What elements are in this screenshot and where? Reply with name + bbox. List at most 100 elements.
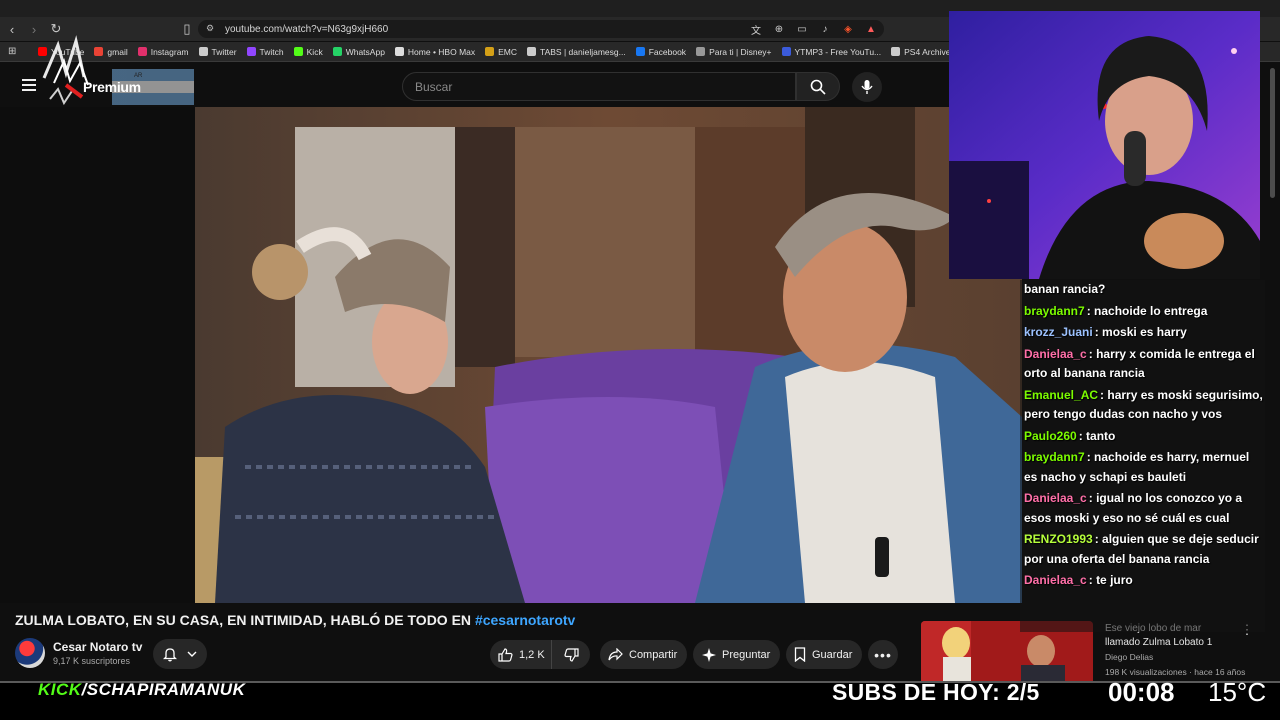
chat-username[interactable]: braydann7 (1024, 450, 1085, 464)
bookmark-label: YTMP3 - Free YouTu... (794, 46, 882, 57)
like-dislike-group: 1,2 K (490, 640, 590, 669)
bookmark-favicon-icon (198, 47, 208, 56)
chat-message: braydann7: nachoide lo entrega (1024, 302, 1265, 322)
omnibox-icons: 文 ⊕ ▭ ♪ ◈ ▲ (749, 22, 878, 37)
recommended-channel[interactable]: Diego Delias (1105, 652, 1153, 662)
bookmark-item[interactable]: Para ti | Disney+ (696, 47, 772, 57)
brave-rewards-icon[interactable]: ▲ (864, 22, 878, 36)
chat-username[interactable]: Emanuel_AC (1024, 388, 1098, 402)
search-button[interactable] (796, 72, 840, 101)
bookmark-label: EMC (498, 46, 518, 57)
bookmark-icon (794, 647, 806, 662)
recommended-stats: 198 K visualizaciones · hace 16 años (1105, 667, 1246, 677)
chat-separator: : (1088, 573, 1097, 587)
apps-grid-icon[interactable]: ⊞ (8, 46, 16, 57)
back-icon[interactable]: ‹ (2, 19, 22, 39)
chat-username[interactable]: braydann7 (1024, 304, 1085, 318)
bookmark-item[interactable]: TABS | danieljamesg... (527, 47, 626, 57)
chat-separator: : (1094, 325, 1103, 339)
more-actions-button[interactable]: ••• (868, 640, 898, 669)
like-button[interactable]: 1,2 K (490, 640, 552, 669)
site-info-icon[interactable]: ⚙ (206, 23, 214, 34)
chat-username[interactable]: Danielaa_c (1024, 347, 1087, 361)
bookmark-item[interactable]: Kick (293, 46, 323, 57)
video-frame-image (195, 107, 1022, 603)
microphone-icon (861, 80, 873, 94)
zoom-icon[interactable]: ⊕ (772, 22, 786, 36)
channel-avatar[interactable] (15, 638, 45, 668)
voice-search-button[interactable] (852, 72, 882, 102)
bookmark-favicon-icon (293, 47, 303, 56)
chat-separator: : (1086, 303, 1095, 318)
chat-message: RENZO1993: alguien que se deje seducir p… (1024, 530, 1265, 569)
bookmark-item[interactable]: WhatsApp (332, 47, 385, 57)
video-title: ZULMA LOBATO, EN SU CASA, EN INTIMIDAD, … (15, 612, 575, 628)
chat-separator: : (1078, 428, 1087, 443)
video-title-text: ZULMA LOBATO, EN SU CASA, EN INTIMIDAD, … (15, 612, 475, 628)
stream-timer: 00:08 (1108, 677, 1175, 707)
menu-icon[interactable] (22, 79, 36, 91)
chat-username[interactable]: Danielaa_c (1024, 491, 1087, 505)
webcam-image (949, 11, 1260, 279)
chat-message: Emanuel_AC: harry es moski segurisimo, p… (1024, 386, 1265, 425)
bookmark-label: Instagram (150, 46, 189, 57)
notification-bell-button[interactable] (153, 639, 207, 669)
chat-separator: : (1086, 450, 1095, 464)
channel-name[interactable]: Cesar Notaro tv (53, 640, 142, 654)
dislike-button[interactable] (552, 640, 590, 669)
bookmark-favicon-icon (781, 47, 791, 56)
save-button[interactable]: Guardar (786, 640, 862, 669)
youtube-premium-logo[interactable]: Premium (83, 79, 141, 95)
chat-username[interactable]: Paulo260 (1024, 429, 1077, 443)
bookmark-item[interactable]: Home • HBO Max (394, 46, 476, 57)
video-title-hashtag[interactable]: #cesarnotarotv (475, 612, 575, 628)
chat-message: Danielaa_c: igual no los conozco yo a es… (1024, 489, 1265, 528)
address-bar[interactable]: ⚙ youtube.com/watch?v=N63g9xjH660 文 ⊕ ▭ … (198, 20, 884, 38)
bookmark-favicon-icon (246, 47, 256, 56)
bookmark-label: TABS | danieljamesg... (540, 46, 626, 57)
cast-icon[interactable]: ▭ (795, 22, 809, 36)
like-count: 1,2 K (519, 648, 545, 661)
thumbs-down-icon (563, 647, 579, 662)
bookmark-item[interactable]: gmail (94, 46, 128, 57)
bookmark-item[interactable]: Twitch (246, 47, 284, 57)
search-input[interactable] (403, 73, 795, 100)
chat-text: banan rancia? (1024, 282, 1106, 296)
bookmark-item[interactable]: Twitter (198, 46, 237, 57)
translate-icon[interactable]: 文 (749, 22, 763, 37)
bookmark-label: Kick (306, 46, 323, 57)
scrollbar-thumb[interactable] (1270, 68, 1275, 198)
bookmark-item[interactable]: YTMP3 - Free YouTu... (781, 46, 882, 57)
bookmark-favicon-icon (635, 47, 645, 56)
video-player[interactable] (195, 107, 1022, 603)
share-button[interactable]: Compartir (600, 640, 687, 669)
bookmark-item[interactable]: Instagram (137, 46, 189, 57)
bookmark-favicon-icon (891, 47, 901, 56)
chat-message: Paulo260: tanto (1024, 427, 1265, 447)
kick-channel-tag: KICK/SCHAPIRAMANUK (38, 680, 245, 700)
chat-message: Danielaa_c: harry x comida le entrega el… (1024, 345, 1265, 384)
bookmark-item[interactable]: EMC (485, 47, 517, 57)
stream-chat: banan rancia? braydann7: nachoide lo entr… (1020, 280, 1265, 632)
chat-separator: : (1088, 346, 1097, 361)
chat-username[interactable]: krozz_Juani (1024, 325, 1093, 339)
thumbs-up-icon (498, 647, 513, 662)
music-icon[interactable]: ♪ (818, 22, 832, 36)
share-label: Compartir (629, 648, 678, 661)
kick-handle: /SCHAPIRAMANUK (81, 680, 246, 699)
brave-shield-icon[interactable]: ◈ (841, 22, 855, 36)
bookmark-item[interactable]: Facebook (635, 46, 687, 57)
search-field[interactable] (402, 72, 796, 101)
ask-button[interactable]: Preguntar (693, 640, 780, 669)
bookmark-label: Home • HBO Max (407, 46, 476, 57)
chat-separator: : (1094, 532, 1103, 546)
bookmark-page-icon[interactable]: ▯ (177, 19, 197, 39)
chat-text: moski es harry (1102, 325, 1187, 339)
page-left-area (0, 107, 195, 603)
chat-username[interactable]: RENZO1993 (1024, 532, 1093, 546)
chat-username[interactable]: Danielaa_c (1024, 573, 1087, 587)
bookmark-label: Facebook (648, 46, 687, 57)
bookmark-label: gmail (107, 46, 128, 57)
bookmark-label: Twitter (211, 46, 237, 57)
chat-message: banan rancia? (1024, 280, 1265, 300)
